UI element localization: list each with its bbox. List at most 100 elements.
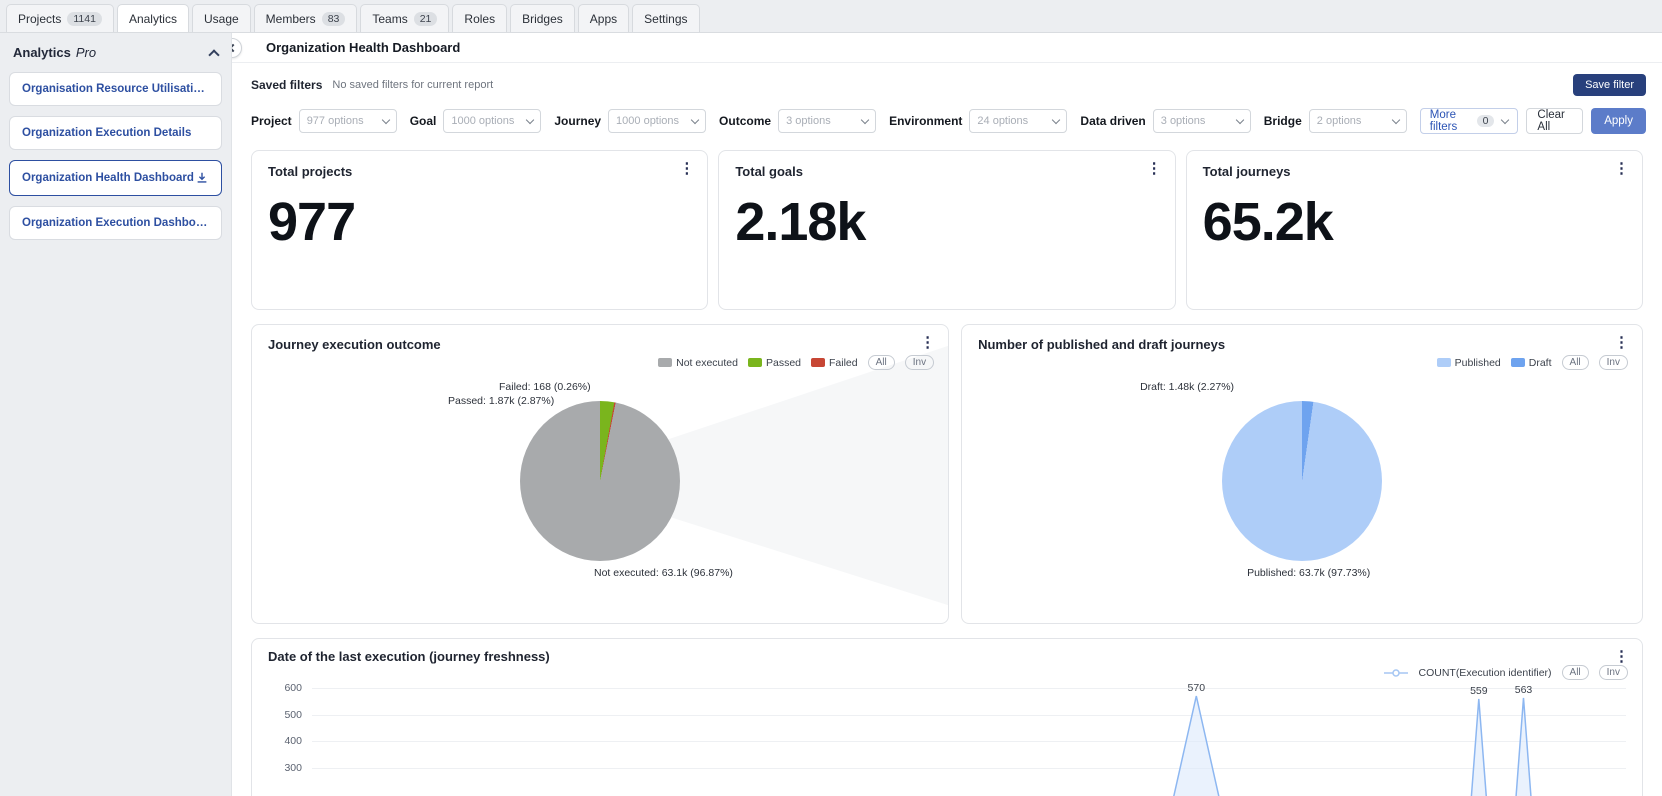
chart-legend: Not executed Passed Failed All Inv bbox=[658, 355, 935, 370]
tab-apps[interactable]: Apps bbox=[577, 4, 630, 32]
kebab-menu-icon[interactable]: ⋮ bbox=[1147, 161, 1162, 176]
kebab-menu-icon[interactable]: ⋮ bbox=[1614, 335, 1629, 350]
tab-label: Projects bbox=[18, 11, 62, 26]
sidebar-item-execution-details[interactable]: Organization Execution Details bbox=[9, 116, 222, 150]
clear-all-button[interactable]: Clear All bbox=[1526, 108, 1584, 134]
kpi-row: Total projects ⋮ 977 Total goals ⋮ 2.18k… bbox=[232, 146, 1662, 310]
filter-label: Outcome bbox=[719, 114, 772, 128]
legend-all-button[interactable]: All bbox=[867, 355, 895, 370]
legend-label: Published bbox=[1454, 356, 1501, 369]
tab-bridges[interactable]: Bridges bbox=[510, 4, 575, 32]
tab-analytics[interactable]: Analytics bbox=[116, 4, 189, 32]
data-point-label: 563 bbox=[1514, 683, 1533, 696]
kebab-menu-icon[interactable]: ⋮ bbox=[1614, 161, 1629, 176]
tab-settings[interactable]: Settings bbox=[632, 4, 700, 32]
kebab-menu-icon[interactable]: ⋮ bbox=[1614, 649, 1629, 664]
pie-callout-passed: Passed: 1.87k (2.87%) bbox=[448, 395, 555, 407]
chevron-down-icon bbox=[381, 115, 390, 124]
filter-label: Project bbox=[251, 114, 292, 128]
tab-usage[interactable]: Usage bbox=[191, 4, 251, 32]
legend-inv-button[interactable]: Inv bbox=[904, 355, 935, 370]
legend-item-passed[interactable]: Passed bbox=[747, 357, 801, 369]
filter-placeholder: 2 options bbox=[1316, 115, 1362, 127]
line-chart-plot[interactable]: 570 559 563 bbox=[312, 682, 1626, 796]
sidebar-item-label: Organisation Resource Utilisation Dashbo… bbox=[22, 83, 209, 95]
goal-filter-select[interactable]: 1000 options bbox=[443, 109, 542, 133]
tab-badge: 83 bbox=[321, 11, 346, 26]
chevron-down-icon bbox=[690, 115, 700, 124]
kpi-card-total-journeys: Total journeys ⋮ 65.2k bbox=[1185, 150, 1643, 310]
legend-swatch bbox=[1510, 358, 1525, 367]
kebab-menu-icon[interactable]: ⋮ bbox=[679, 161, 694, 176]
download-icon[interactable] bbox=[195, 171, 209, 185]
pie-chart-published-draft[interactable] bbox=[1222, 401, 1383, 561]
kpi-card-total-projects: Total projects ⋮ 977 bbox=[251, 150, 709, 310]
legend-swatch bbox=[1436, 358, 1451, 367]
page-title: Organization Health Dashboard bbox=[266, 40, 461, 55]
legend-inv-button[interactable]: Inv bbox=[1598, 665, 1628, 680]
sidebar-item-label: Organization Execution Details bbox=[22, 127, 192, 139]
collapse-chevron-icon[interactable] bbox=[208, 48, 220, 61]
pie-callout-failed: Failed: 168 (0.26%) bbox=[499, 381, 591, 393]
tab-teams[interactable]: Teams 21 bbox=[360, 4, 450, 32]
chevron-down-icon bbox=[860, 115, 870, 124]
legend-item-not-executed[interactable]: Not executed bbox=[658, 357, 738, 369]
y-axis-tick: 400 bbox=[284, 735, 302, 748]
chart-card-published-draft: Number of published and draft journeys ⋮… bbox=[961, 324, 1643, 624]
pie-chart-journey-outcome[interactable] bbox=[520, 401, 681, 561]
more-filters-label: More filters bbox=[1429, 109, 1458, 133]
chevron-left-icon bbox=[232, 43, 238, 53]
project-filter-select[interactable]: 977 options bbox=[298, 109, 397, 133]
tab-members[interactable]: Members 83 bbox=[253, 4, 358, 32]
legend-label: Not executed bbox=[676, 356, 738, 369]
sidebar-header: Analytics Pro bbox=[9, 43, 222, 72]
y-axis-tick: 600 bbox=[284, 682, 302, 694]
legend-item-draft[interactable]: Draft bbox=[1510, 357, 1552, 369]
pie-callout-published: Published: 63.7k (97.73%) bbox=[1247, 567, 1371, 579]
apply-button[interactable]: Apply bbox=[1591, 108, 1646, 134]
sidebar: Analytics Pro Organisation Resource Util… bbox=[0, 33, 232, 796]
sidebar-item-health-dashboard[interactable]: Organization Health Dashboard bbox=[9, 160, 222, 196]
journey-filter-select[interactable]: 1000 options bbox=[608, 109, 707, 133]
chart-card-freshness: Date of the last execution (journey fres… bbox=[251, 638, 1643, 796]
journey-filter: Journey 1000 options bbox=[554, 109, 707, 133]
chart-title: Date of the last execution (journey fres… bbox=[268, 649, 550, 664]
kpi-title: Total journeys bbox=[1202, 164, 1291, 179]
pro-badge: Pro bbox=[75, 45, 97, 60]
kpi-value: 2.18k bbox=[735, 192, 866, 252]
y-axis-tick: 500 bbox=[284, 708, 302, 721]
filter-label: Journey bbox=[554, 114, 602, 128]
pie-callout-not-executed: Not executed: 63.1k (96.87%) bbox=[594, 567, 733, 579]
tab-label: Usage bbox=[203, 11, 239, 26]
legend-item-published[interactable]: Published bbox=[1436, 356, 1501, 369]
sidebar-item-execution-dashboard[interactable]: Organization Execution Dashboard bbox=[9, 206, 222, 240]
main-content: Organization Health Dashboard Saved filt… bbox=[232, 33, 1662, 796]
tab-roles[interactable]: Roles bbox=[452, 4, 508, 32]
y-axis-tick: 300 bbox=[284, 762, 302, 775]
kpi-value: 65.2k bbox=[1202, 192, 1334, 252]
tab-projects[interactable]: Projects 1141 bbox=[6, 4, 114, 32]
saved-filters-label: Saved filters bbox=[251, 78, 323, 92]
sidebar-item-resource-utilisation[interactable]: Organisation Resource Utilisation Dashbo… bbox=[9, 72, 222, 106]
outcome-filter-select[interactable]: 3 options bbox=[778, 109, 877, 133]
save-filter-button[interactable]: Save filter bbox=[1573, 74, 1646, 96]
legend-all-button[interactable]: All bbox=[1561, 355, 1589, 370]
legend-label: Failed bbox=[829, 356, 858, 369]
data-driven-filter-select[interactable]: 3 options bbox=[1152, 109, 1251, 133]
more-filters-button[interactable]: More filters 0 bbox=[1419, 108, 1519, 134]
tab-badge: 1141 bbox=[67, 11, 102, 26]
legend-inv-button[interactable]: Inv bbox=[1598, 355, 1628, 370]
line-chart: 600 500 400 300 570 559 563 bbox=[268, 682, 1626, 796]
kebab-menu-icon[interactable]: ⋮ bbox=[920, 335, 935, 350]
tab-label: Apps bbox=[589, 11, 618, 26]
filter-label: Bridge bbox=[1263, 114, 1302, 128]
project-filter: Project 977 options bbox=[251, 109, 397, 133]
chevron-down-icon bbox=[526, 115, 535, 124]
legend-swatch bbox=[747, 358, 762, 367]
environment-filter-select[interactable]: 24 options bbox=[969, 109, 1068, 133]
tab-label: Settings bbox=[644, 11, 688, 26]
legend-item-failed[interactable]: Failed bbox=[811, 357, 858, 369]
bridge-filter-select[interactable]: 2 options bbox=[1308, 109, 1407, 133]
filter-bar: Project 977 options Goal 1000 options Jo… bbox=[232, 100, 1662, 146]
legend-all-button[interactable]: All bbox=[1561, 665, 1589, 680]
